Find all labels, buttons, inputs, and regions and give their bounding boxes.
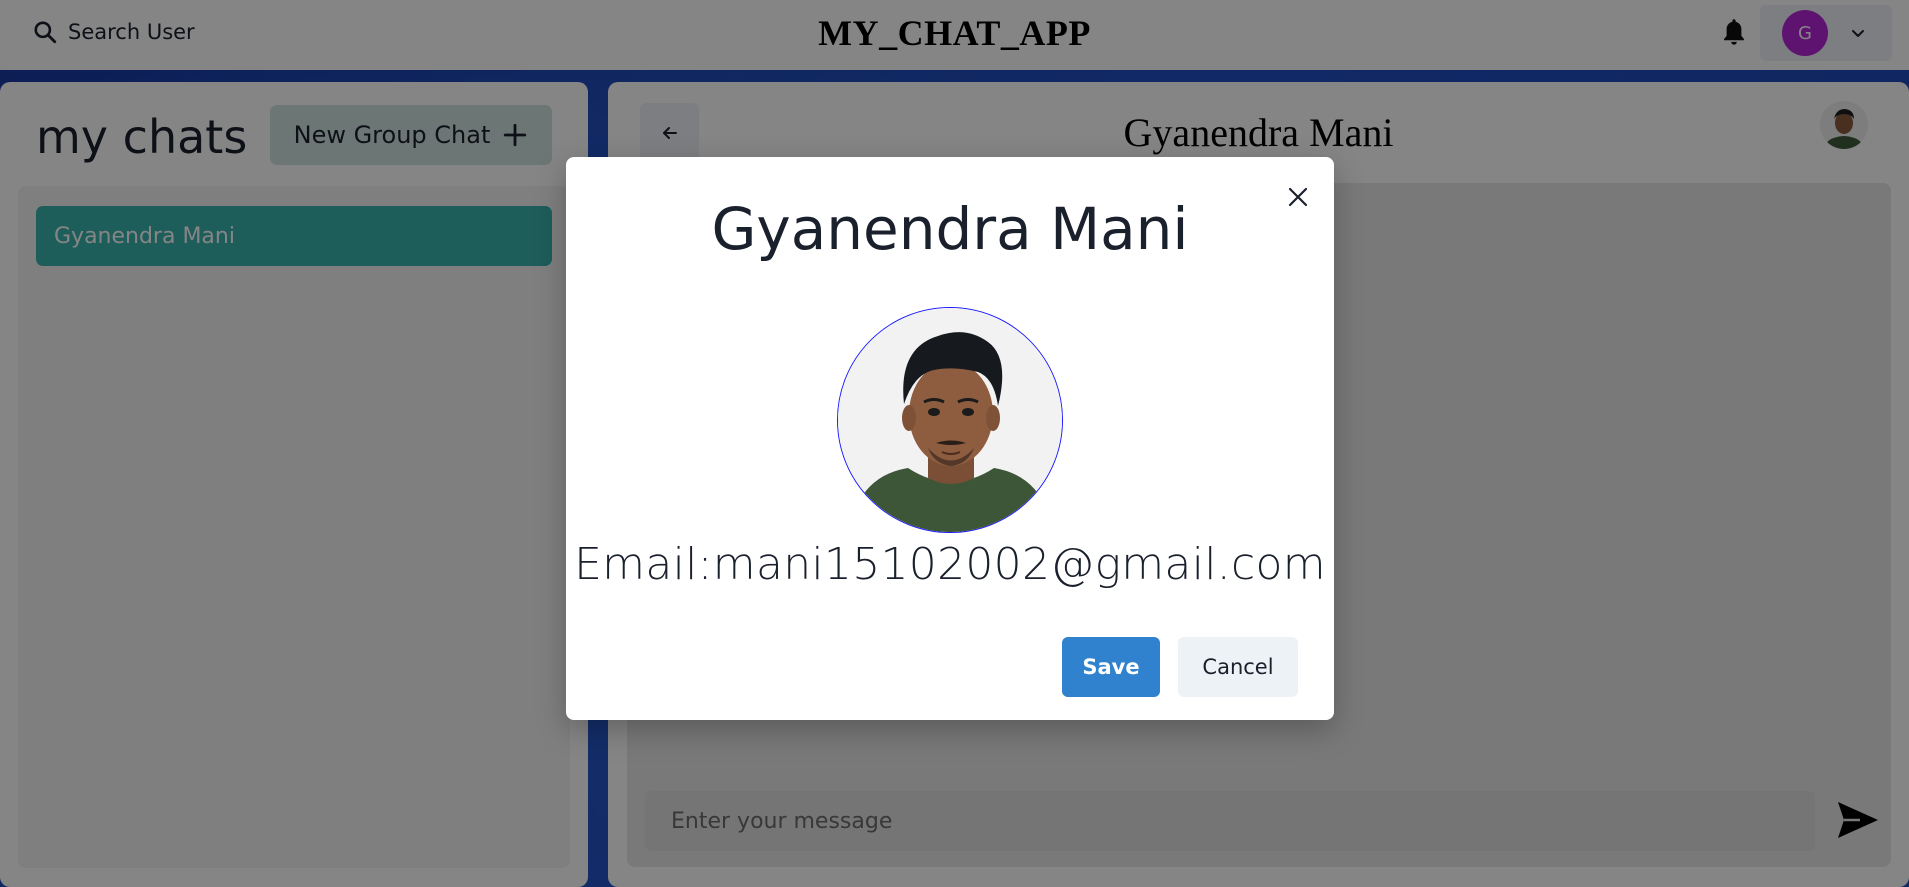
profile-email: Email:mani15102002@gmail.com: [574, 539, 1326, 590]
profile-photo: [837, 307, 1063, 533]
profile-name-title: Gyanendra Mani: [711, 195, 1189, 263]
save-button[interactable]: Save: [1062, 637, 1160, 697]
cancel-button[interactable]: Cancel: [1178, 637, 1298, 697]
user-photo-icon: [838, 308, 1062, 532]
profile-modal: Gyanendra Mani Email:mani15102002@gmail.…: [566, 157, 1334, 720]
